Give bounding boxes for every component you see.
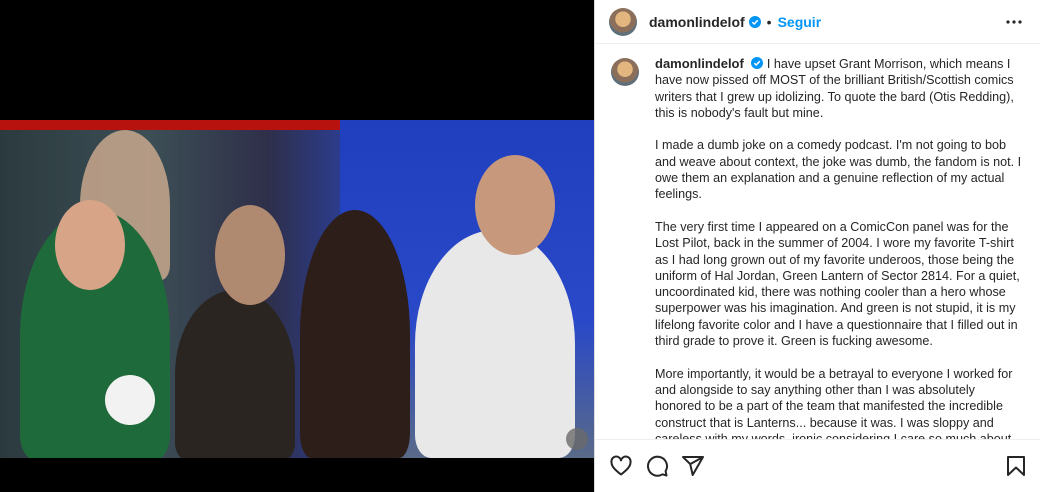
photo-figure <box>415 230 575 458</box>
caption-paragraph: More importantly, it would be a betrayal… <box>655 366 1013 439</box>
media-overlay-icon[interactable] <box>566 428 588 450</box>
bookmark-icon[interactable] <box>1004 454 1028 478</box>
ellipsis-icon <box>1006 19 1022 24</box>
post-sidebar: damonlindelof • Seguir damonlindelof I h… <box>594 0 1040 492</box>
post-media[interactable] <box>0 0 594 492</box>
caption-paragraph: The very first time I appeared on a Comi… <box>655 219 1020 349</box>
caption-paragraph: I made a dumb joke on a comedy podcast. … <box>655 138 1022 202</box>
photo-figure <box>105 375 155 425</box>
post-actions-bar <box>595 439 1040 492</box>
photo-figure <box>215 205 285 305</box>
more-options-button[interactable] <box>1002 10 1026 34</box>
caption-paragraph: damonlindelof I have upset Grant Morriso… <box>655 56 1023 121</box>
photo-figure <box>475 155 555 255</box>
follow-button[interactable]: Seguir <box>778 14 822 30</box>
avatar[interactable] <box>611 58 639 86</box>
photo-banner <box>0 120 340 130</box>
heart-icon[interactable] <box>609 454 633 478</box>
photo-figure <box>175 290 295 458</box>
verified-badge-icon <box>751 57 764 69</box>
post-photo[interactable] <box>0 120 594 458</box>
avatar[interactable] <box>609 7 637 36</box>
header-separator: • <box>766 13 772 30</box>
post-modal: damonlindelof • Seguir damonlindelof I h… <box>0 0 1040 492</box>
photo-figure <box>55 200 125 290</box>
verified-badge-icon <box>748 15 761 28</box>
comment-icon[interactable] <box>645 454 669 478</box>
post-header: damonlindelof • Seguir <box>595 0 1040 44</box>
caption-username[interactable]: damonlindelof <box>655 56 744 71</box>
share-icon[interactable] <box>681 454 705 478</box>
post-comments-area: damonlindelof I have upset Grant Morriso… <box>595 44 1040 439</box>
photo-figure <box>300 210 410 458</box>
header-username[interactable]: damonlindelof <box>649 14 745 30</box>
post-caption: damonlindelof I have upset Grant Morriso… <box>655 56 1023 439</box>
